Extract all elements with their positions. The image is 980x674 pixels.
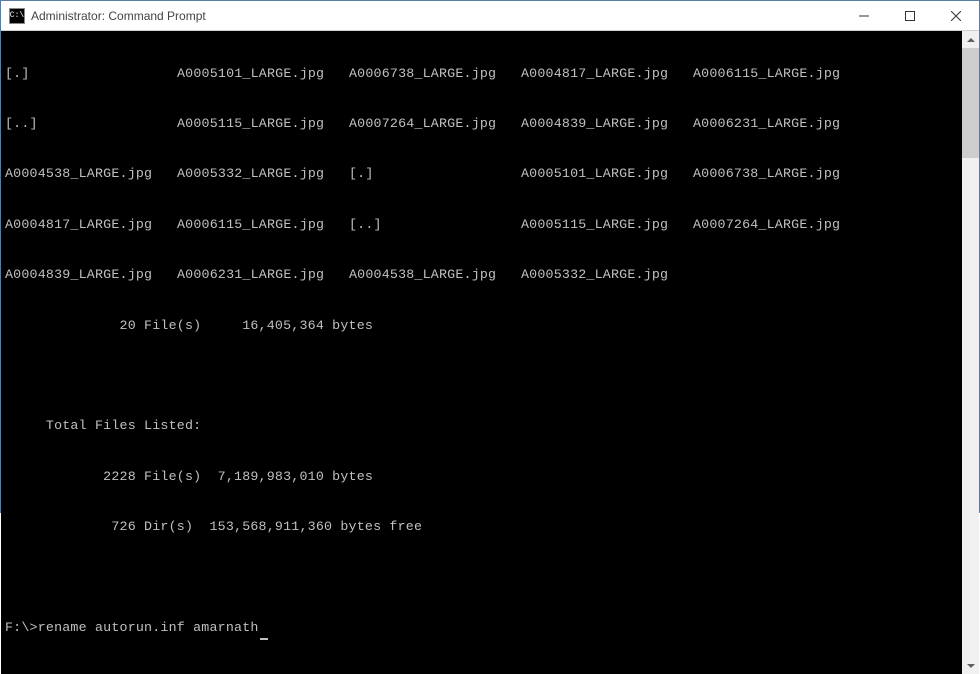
scroll-thumb[interactable] [962,48,979,158]
cursor [260,638,268,640]
prompt-command: rename autorun.inf amarnath [38,620,259,635]
scroll-track[interactable] [962,48,979,657]
scrollbar[interactable] [962,31,979,674]
titlebar[interactable]: C:\ Administrator: Command Prompt [1,1,979,31]
window-frame: C:\ Administrator: Command Prompt [.]A00… [0,0,980,513]
blank-line [5,570,958,587]
scroll-up-button[interactable] [962,31,979,48]
terminal-area: [.]A0005101_LARGE.jpgA0006738_LARGE.jpgA… [1,31,979,674]
total-files: 2228 File(s) 7,189,983,010 bytes [5,469,958,486]
window-controls [841,1,979,31]
scroll-down-button[interactable] [962,657,979,674]
prompt-path: F:\> [5,620,38,635]
file-row: A0004538_LARGE.jpgA0005332_LARGE.jpg[.]A… [5,166,958,183]
cmd-icon: C:\ [9,8,25,24]
total-dirs: 726 Dir(s) 153,568,911,360 bytes free [5,519,958,536]
prompt-line[interactable]: F:\>rename autorun.inf amarnath [5,620,958,640]
minimize-button[interactable] [841,1,887,31]
total-header: Total Files Listed: [5,418,958,435]
file-row: A0004817_LARGE.jpgA0006115_LARGE.jpg[..]… [5,217,958,234]
close-button[interactable] [933,1,979,31]
maximize-button[interactable] [887,1,933,31]
dir-summary: 20 File(s) 16,405,364 bytes [5,318,958,335]
terminal-output[interactable]: [.]A0005101_LARGE.jpgA0006738_LARGE.jpgA… [1,31,962,674]
file-row: [.]A0005101_LARGE.jpgA0006738_LARGE.jpgA… [5,66,958,83]
file-row: [..]A0005115_LARGE.jpgA0007264_LARGE.jpg… [5,116,958,133]
window-title: Administrator: Command Prompt [31,9,841,23]
file-row: A0004839_LARGE.jpgA0006231_LARGE.jpgA000… [5,267,958,284]
blank-line [5,368,958,385]
